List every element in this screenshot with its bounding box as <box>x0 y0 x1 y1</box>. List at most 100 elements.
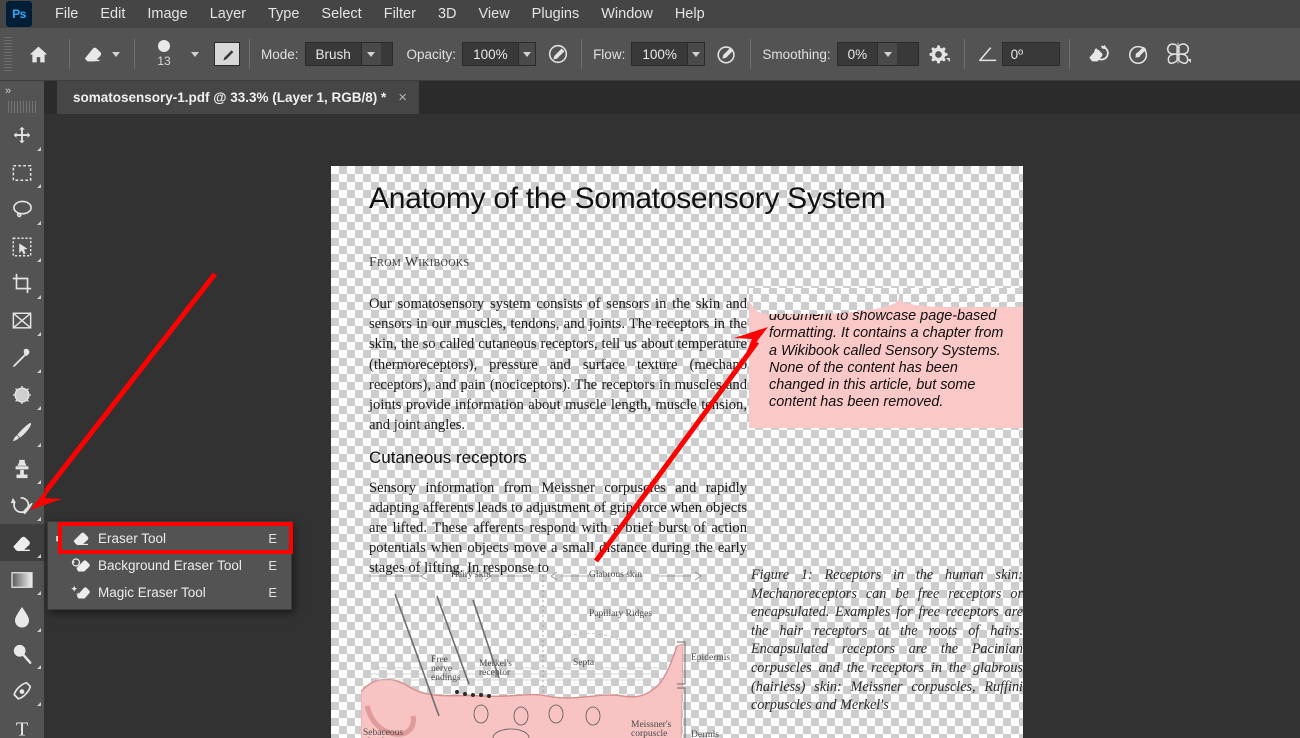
flow-dropdown-arrow[interactable] <box>686 43 705 65</box>
tool-gradient[interactable] <box>0 561 44 598</box>
menu-3d[interactable]: 3D <box>427 2 468 26</box>
menu-select[interactable]: Select <box>310 2 372 26</box>
tool-frame[interactable] <box>0 302 44 339</box>
brush-settings-panel-button[interactable] <box>214 42 240 66</box>
eraser-tool-flyout-menu[interactable]: ■ Eraser Tool E Background Eraser Tool E <box>47 521 292 610</box>
mode-dropdown[interactable]: Brush <box>304 42 393 66</box>
tool-spot-healing-brush[interactable] <box>0 376 44 413</box>
tool-lasso[interactable] <box>0 191 44 228</box>
canvas-area[interactable]: Anatomy of the Somatosensory System From… <box>44 114 1300 738</box>
symmetry-button[interactable] <box>1165 37 1195 71</box>
eraser-icon <box>66 529 98 548</box>
document-canvas[interactable]: Anatomy of the Somatosensory System From… <box>331 166 1023 738</box>
smoothing-input[interactable]: 0% <box>836 42 919 66</box>
smoothing-options-button[interactable] <box>927 37 955 71</box>
brush-size-value: 13 <box>157 54 171 68</box>
brush-size-picker[interactable]: 13 <box>144 34 184 74</box>
paragraph-intro: Our somatosensory system consists of sen… <box>369 296 747 434</box>
tool-blur[interactable] <box>0 598 44 635</box>
smoothing-label: Smoothing: <box>762 46 831 62</box>
diagram-label-epidermis: Epidermis <box>691 653 731 663</box>
flyout-shortcut-magic-eraser-tool: E <box>268 585 277 600</box>
flyout-item-eraser-tool[interactable]: ■ Eraser Tool E <box>48 525 291 552</box>
tool-eraser[interactable] <box>0 524 44 561</box>
blur-drop-icon <box>15 606 29 627</box>
menu-view[interactable]: View <box>468 2 521 26</box>
diagram-label-meissner-corpuscle: Meissner's corpuscle <box>631 720 672 738</box>
menu-layer[interactable]: Layer <box>199 2 257 26</box>
page-title: Anatomy of the Somatosensory System <box>369 182 886 215</box>
selected-marker-icon: ■ <box>55 532 63 545</box>
flyout-item-magic-eraser-tool[interactable]: Magic Eraser Tool E <box>48 579 291 606</box>
menu-help[interactable]: Help <box>664 2 716 26</box>
collapse-panel-button[interactable]: » <box>0 81 44 101</box>
erased-region-right <box>899 288 1023 307</box>
tool-rectangular-marquee[interactable] <box>0 154 44 191</box>
menu-edit[interactable]: Edit <box>89 2 136 26</box>
tool-dodge[interactable] <box>0 635 44 672</box>
tool-eyedropper[interactable] <box>0 339 44 376</box>
tool-pen[interactable] <box>0 672 44 709</box>
opacity-label: Opacity: <box>406 46 457 62</box>
tool-move[interactable] <box>0 117 44 154</box>
tools-panel-grip[interactable] <box>8 101 36 113</box>
tool-history-brush[interactable] <box>0 487 44 524</box>
chevron-down-icon <box>522 51 531 57</box>
tool-type[interactable]: T <box>0 709 44 738</box>
symmetry-dropdown-arrow <box>1186 59 1191 63</box>
home-icon <box>29 46 47 62</box>
pink-note-box: document to showcase page-based formatti… <box>749 288 1023 428</box>
tool-brush[interactable] <box>0 413 44 450</box>
menu-window[interactable]: Window <box>590 2 664 26</box>
flow-input[interactable]: 100% <box>631 42 706 66</box>
pressure-controls-opacity-button[interactable] <box>544 37 572 71</box>
erase-to-history-icon <box>1089 44 1109 62</box>
diagram-label-sebaceous-gland: Sebaceous gland <box>363 728 404 738</box>
brush-angle-icon-button[interactable] <box>974 37 1002 71</box>
diagram-label-glabrous-skin: Glabrous skin <box>589 570 643 580</box>
diagram-label-merkel-receptor: Merkel's receptor <box>479 659 512 678</box>
tool-clone-stamp[interactable] <box>0 450 44 487</box>
options-bar-grip[interactable] <box>4 37 12 71</box>
diagram-label-free-nerve-endings: Free nerve endings <box>431 655 461 683</box>
diagram-label-dermis: Dermis <box>691 730 719 738</box>
home-button[interactable] <box>24 37 52 71</box>
opacity-dropdown-arrow[interactable] <box>517 43 536 65</box>
tool-object-selection[interactable] <box>0 228 44 265</box>
brush-angle-value: 0º <box>1010 46 1024 62</box>
menu-image[interactable]: Image <box>136 2 198 26</box>
smoothing-dropdown-arrow[interactable] <box>877 43 898 65</box>
brush-preset-dropdown[interactable] <box>184 37 206 71</box>
mode-dropdown-arrow <box>360 43 381 65</box>
flyout-label-background-eraser-tool: Background Eraser Tool <box>98 558 242 573</box>
flyout-shortcut-background-eraser-tool: E <box>268 558 277 573</box>
document-tab[interactable]: somatosensory-1.pdf @ 33.3% (Layer 1, RG… <box>57 81 420 114</box>
erase-to-history-button[interactable] <box>1085 37 1113 71</box>
menu-filter[interactable]: Filter <box>373 2 427 26</box>
opacity-input[interactable]: 100% <box>462 42 537 66</box>
menu-plugins[interactable]: Plugins <box>521 2 591 26</box>
gradient-icon <box>11 571 33 588</box>
diagram-label-hairy-skin: Hairy skin <box>451 570 491 580</box>
tool-preset-dropdown[interactable] <box>107 37 125 71</box>
menu-file[interactable]: File <box>44 2 89 26</box>
flyout-item-background-eraser-tool[interactable]: Background Eraser Tool E <box>48 552 291 579</box>
mode-label: Mode: <box>261 46 299 62</box>
smoothing-value: 0% <box>847 46 868 62</box>
close-icon[interactable]: × <box>398 90 407 105</box>
angle-icon <box>978 47 996 62</box>
menu-type[interactable]: Type <box>257 2 310 26</box>
brush-angle-input[interactable]: 0º <box>1001 42 1060 66</box>
document-left-column: Our somatosensory system consists of sen… <box>369 294 747 592</box>
flow-label: Flow: <box>593 46 626 62</box>
tool-crop[interactable] <box>0 265 44 302</box>
background-eraser-icon <box>66 556 98 575</box>
chevron-down-icon <box>367 51 376 57</box>
airbrush-button[interactable] <box>713 37 741 71</box>
tool-preset-picker[interactable] <box>79 37 107 71</box>
pen-icon <box>13 681 32 700</box>
paragraph-cutaneous: Sensory information from Meissner corpus… <box>369 479 747 577</box>
figure-caption: Figure 1: Receptors in the human skin: M… <box>751 567 1023 714</box>
pressure-controls-size-button[interactable] <box>1125 37 1153 71</box>
gear-dropdown-arrow <box>946 58 951 62</box>
